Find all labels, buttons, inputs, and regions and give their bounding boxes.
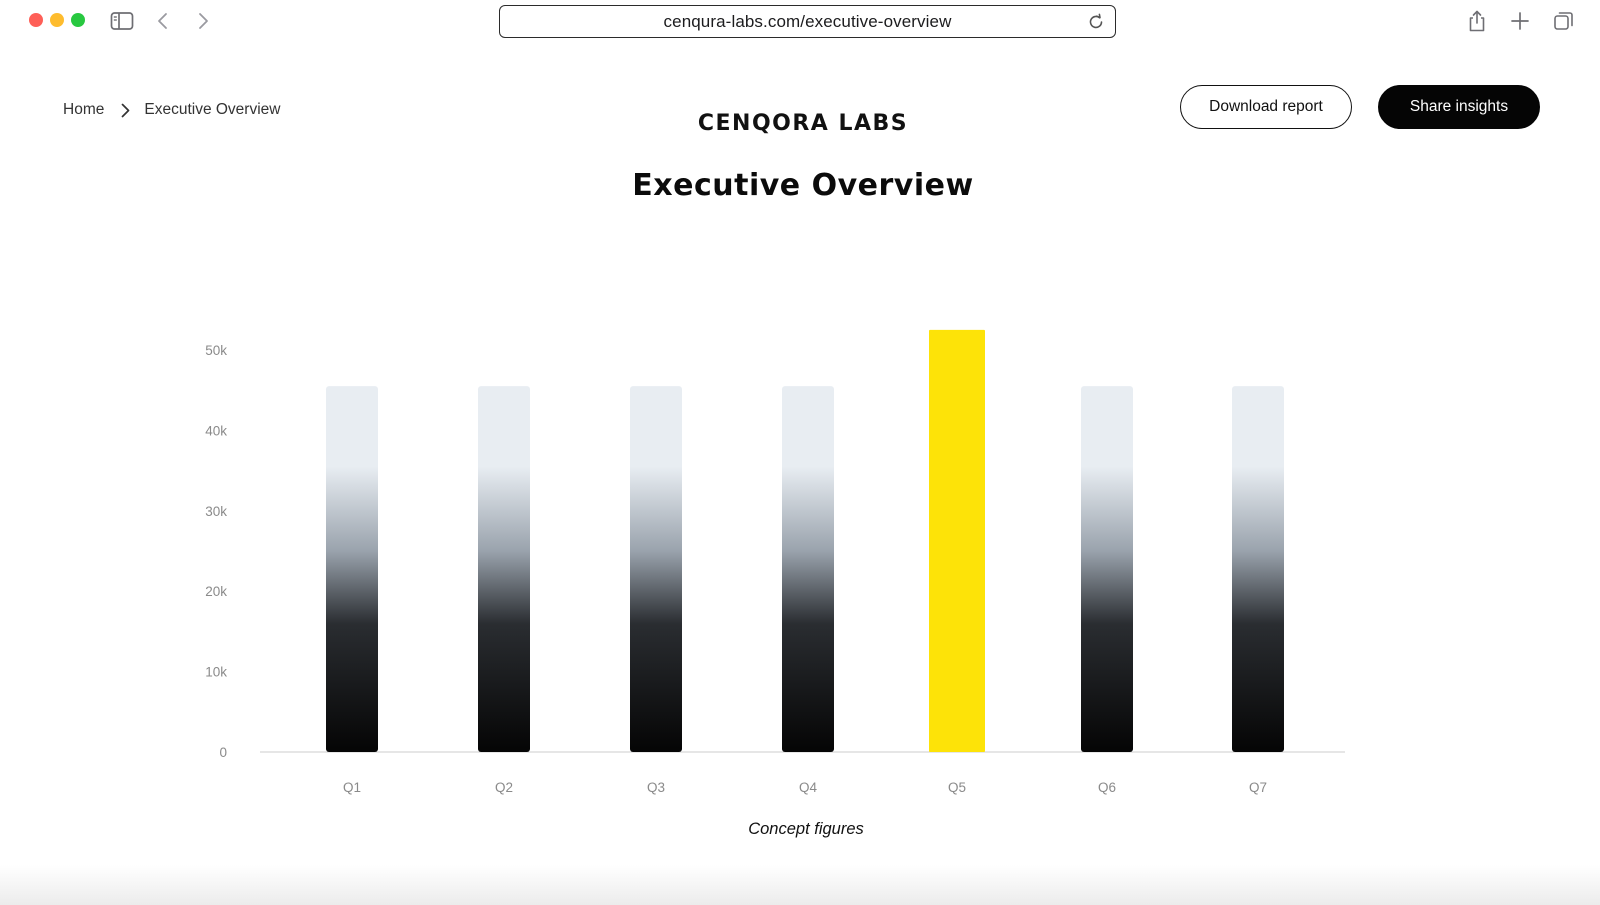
y-tick-label: 30k [205, 504, 227, 519]
y-tick-label: 10k [205, 665, 227, 680]
x-tick-label: Q2 [495, 780, 513, 795]
chart-bar[interactable] [1081, 386, 1133, 752]
x-tick-label: Q6 [1098, 780, 1116, 795]
x-tick-label: Q4 [799, 780, 818, 795]
x-tick-label: Q3 [647, 780, 665, 795]
y-tick-label: 40k [205, 423, 227, 438]
x-tick-label: Q7 [1249, 780, 1267, 795]
chart-bar-highlight[interactable] [929, 329, 985, 752]
x-tick-label: Q5 [948, 780, 966, 795]
chart-bar[interactable] [782, 386, 834, 752]
y-tick-label: 0 [219, 745, 227, 760]
chart-bar[interactable] [1232, 386, 1284, 752]
bar-chart: 0 10k 20k 30k 40k 50k Q1 Q2 Q3 Q4 Q5 Q6 Q7 [205, 329, 1345, 795]
y-tick-label: 20k [205, 584, 227, 599]
chart-bar[interactable] [478, 386, 530, 752]
y-tick-label: 50k [205, 343, 227, 358]
chart-bar[interactable] [630, 386, 682, 752]
x-tick-label: Q1 [343, 780, 361, 795]
chart-bar[interactable] [326, 386, 378, 752]
chart-area: 0 10k 20k 30k 40k 50k Q1 Q2 Q3 Q4 Q5 Q6 Q7 [0, 0, 1600, 905]
page-bottom-edge [0, 865, 1600, 905]
chart-caption: Concept figures [748, 820, 864, 838]
